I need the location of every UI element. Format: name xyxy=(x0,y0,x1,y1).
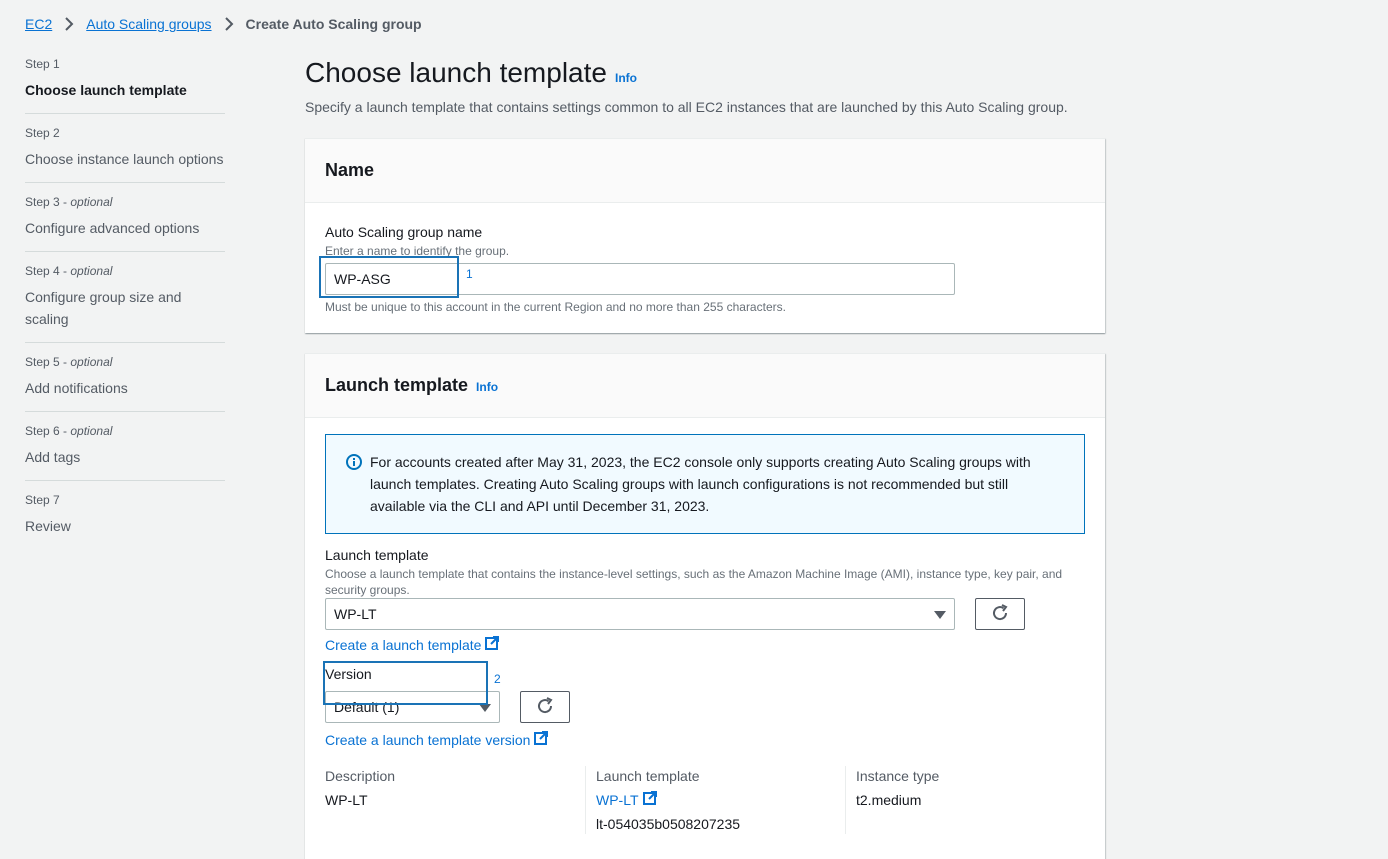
step-title: Review xyxy=(25,518,71,534)
info-circle-icon xyxy=(346,454,362,517)
step-number: Step 2 xyxy=(25,126,60,140)
step-title: Add tags xyxy=(25,449,81,465)
step-number: Step 1 xyxy=(25,57,60,71)
detail-value: WP-LT xyxy=(596,790,845,810)
launch-template-id: lt-054035b0508207235 xyxy=(596,816,741,832)
field-label: Launch template xyxy=(325,547,429,563)
create-lt-row: Create a launch template xyxy=(325,636,1085,653)
step-number: Step 6 - optional xyxy=(25,424,113,438)
step-number: Step 4 - optional xyxy=(25,264,113,278)
info-link[interactable]: Info xyxy=(615,71,637,85)
refresh-icon xyxy=(991,603,1009,625)
card-title: Name xyxy=(325,160,375,180)
chevron-right-icon xyxy=(64,17,74,31)
name-card-body: Auto Scaling group name Enter a name to … xyxy=(305,203,1105,333)
step-title: Configure advanced options xyxy=(25,220,200,236)
step-1: Step 1 Choose launch template xyxy=(25,57,225,114)
refresh-button[interactable] xyxy=(975,598,1025,630)
detail-description: Description WP-LT xyxy=(325,766,585,834)
detail-key: Launch template xyxy=(596,768,700,784)
info-link[interactable]: Info xyxy=(476,380,498,394)
field-label: Auto Scaling group name xyxy=(325,224,483,240)
step-4[interactable]: Step 4 - optional Configure group size a… xyxy=(25,264,225,343)
template-details: Description WP-LT Launch template WP-LT … xyxy=(325,766,1085,834)
step-6[interactable]: Step 6 - optional Add tags xyxy=(25,424,225,481)
external-link-icon xyxy=(481,636,500,653)
field-constraint: Must be unique to this account in the cu… xyxy=(325,300,786,314)
detail-launch-template: Launch template WP-LT lt-054035b05082072… xyxy=(585,766,845,834)
create-launch-template-link[interactable]: Create a launch template xyxy=(325,636,500,653)
breadcrumb-current: Create Auto Scaling group xyxy=(245,16,422,32)
breadcrumb: EC2 Auto Scaling groups Create Auto Scal… xyxy=(25,16,422,32)
step-2[interactable]: Step 2 Choose instance launch options xyxy=(25,126,225,183)
step-number: Step 3 - optional xyxy=(25,195,113,209)
launch-template-row: WP-LT xyxy=(325,598,1085,630)
alert-message: For accounts created after May 31, 2023,… xyxy=(370,454,1031,514)
step-title: Choose instance launch options xyxy=(25,151,224,167)
detail-value: t2.medium xyxy=(856,792,922,808)
create-version-row: Create a launch template version xyxy=(325,731,1085,748)
launch-template-select[interactable]: WP-LT xyxy=(325,598,955,630)
launch-template-card-header: Launch template Info xyxy=(305,354,1105,418)
breadcrumb-asg-link[interactable]: Auto Scaling groups xyxy=(86,16,211,32)
step-3[interactable]: Step 3 - optional Configure advanced opt… xyxy=(25,195,225,252)
step-title: Choose launch template xyxy=(25,82,187,98)
refresh-version-button[interactable] xyxy=(520,691,570,723)
page-header: Choose launch template Info xyxy=(305,55,1105,91)
wizard-steps: Step 1 Choose launch template Step 2 Cho… xyxy=(25,57,225,561)
external-link-icon xyxy=(530,731,549,748)
info-alert: For accounts created after May 31, 2023,… xyxy=(325,434,1085,534)
refresh-icon xyxy=(536,696,554,718)
detail-key: Description xyxy=(325,768,396,784)
detail-value: WP-LT xyxy=(325,792,368,808)
chevron-right-icon xyxy=(224,17,234,31)
step-5[interactable]: Step 5 - optional Add notifications xyxy=(25,355,225,412)
breadcrumb-ec2-link[interactable]: EC2 xyxy=(25,16,52,32)
create-launch-template-version-link[interactable]: Create a launch template version xyxy=(325,731,549,748)
card-title: Launch template xyxy=(325,375,469,395)
annotation-box xyxy=(323,661,488,705)
launch-template-card-body: For accounts created after May 31, 2023,… xyxy=(305,418,1105,854)
main-content: Choose launch template Info Specify a la… xyxy=(305,55,1105,859)
annotation-box xyxy=(319,256,459,298)
caret-down-icon xyxy=(934,606,946,622)
detail-instance-type: Instance type t2.medium xyxy=(845,766,1105,834)
select-value: WP-LT xyxy=(334,606,377,622)
external-link-icon xyxy=(639,790,657,810)
step-title: Configure group size and scaling xyxy=(25,289,182,327)
field-hint: Choose a launch template that contains t… xyxy=(325,567,1063,597)
annotation-marker: 2 xyxy=(494,672,501,686)
step-number: Step 7 xyxy=(25,493,60,507)
step-number: Step 5 - optional xyxy=(25,355,113,369)
annotation-marker: 1 xyxy=(466,267,473,281)
step-title: Add notifications xyxy=(25,380,128,396)
page-title: Choose launch template xyxy=(305,57,607,88)
name-card-header: Name xyxy=(305,139,1105,203)
detail-key: Instance type xyxy=(856,768,940,784)
launch-template-link[interactable]: WP-LT xyxy=(596,790,657,810)
launch-template-card: Launch template Info For accounts create… xyxy=(305,353,1105,859)
step-7[interactable]: Step 7 Review xyxy=(25,493,225,549)
name-card: Name Auto Scaling group name Enter a nam… xyxy=(305,138,1105,333)
page-description: Specify a launch template that contains … xyxy=(305,99,1068,115)
